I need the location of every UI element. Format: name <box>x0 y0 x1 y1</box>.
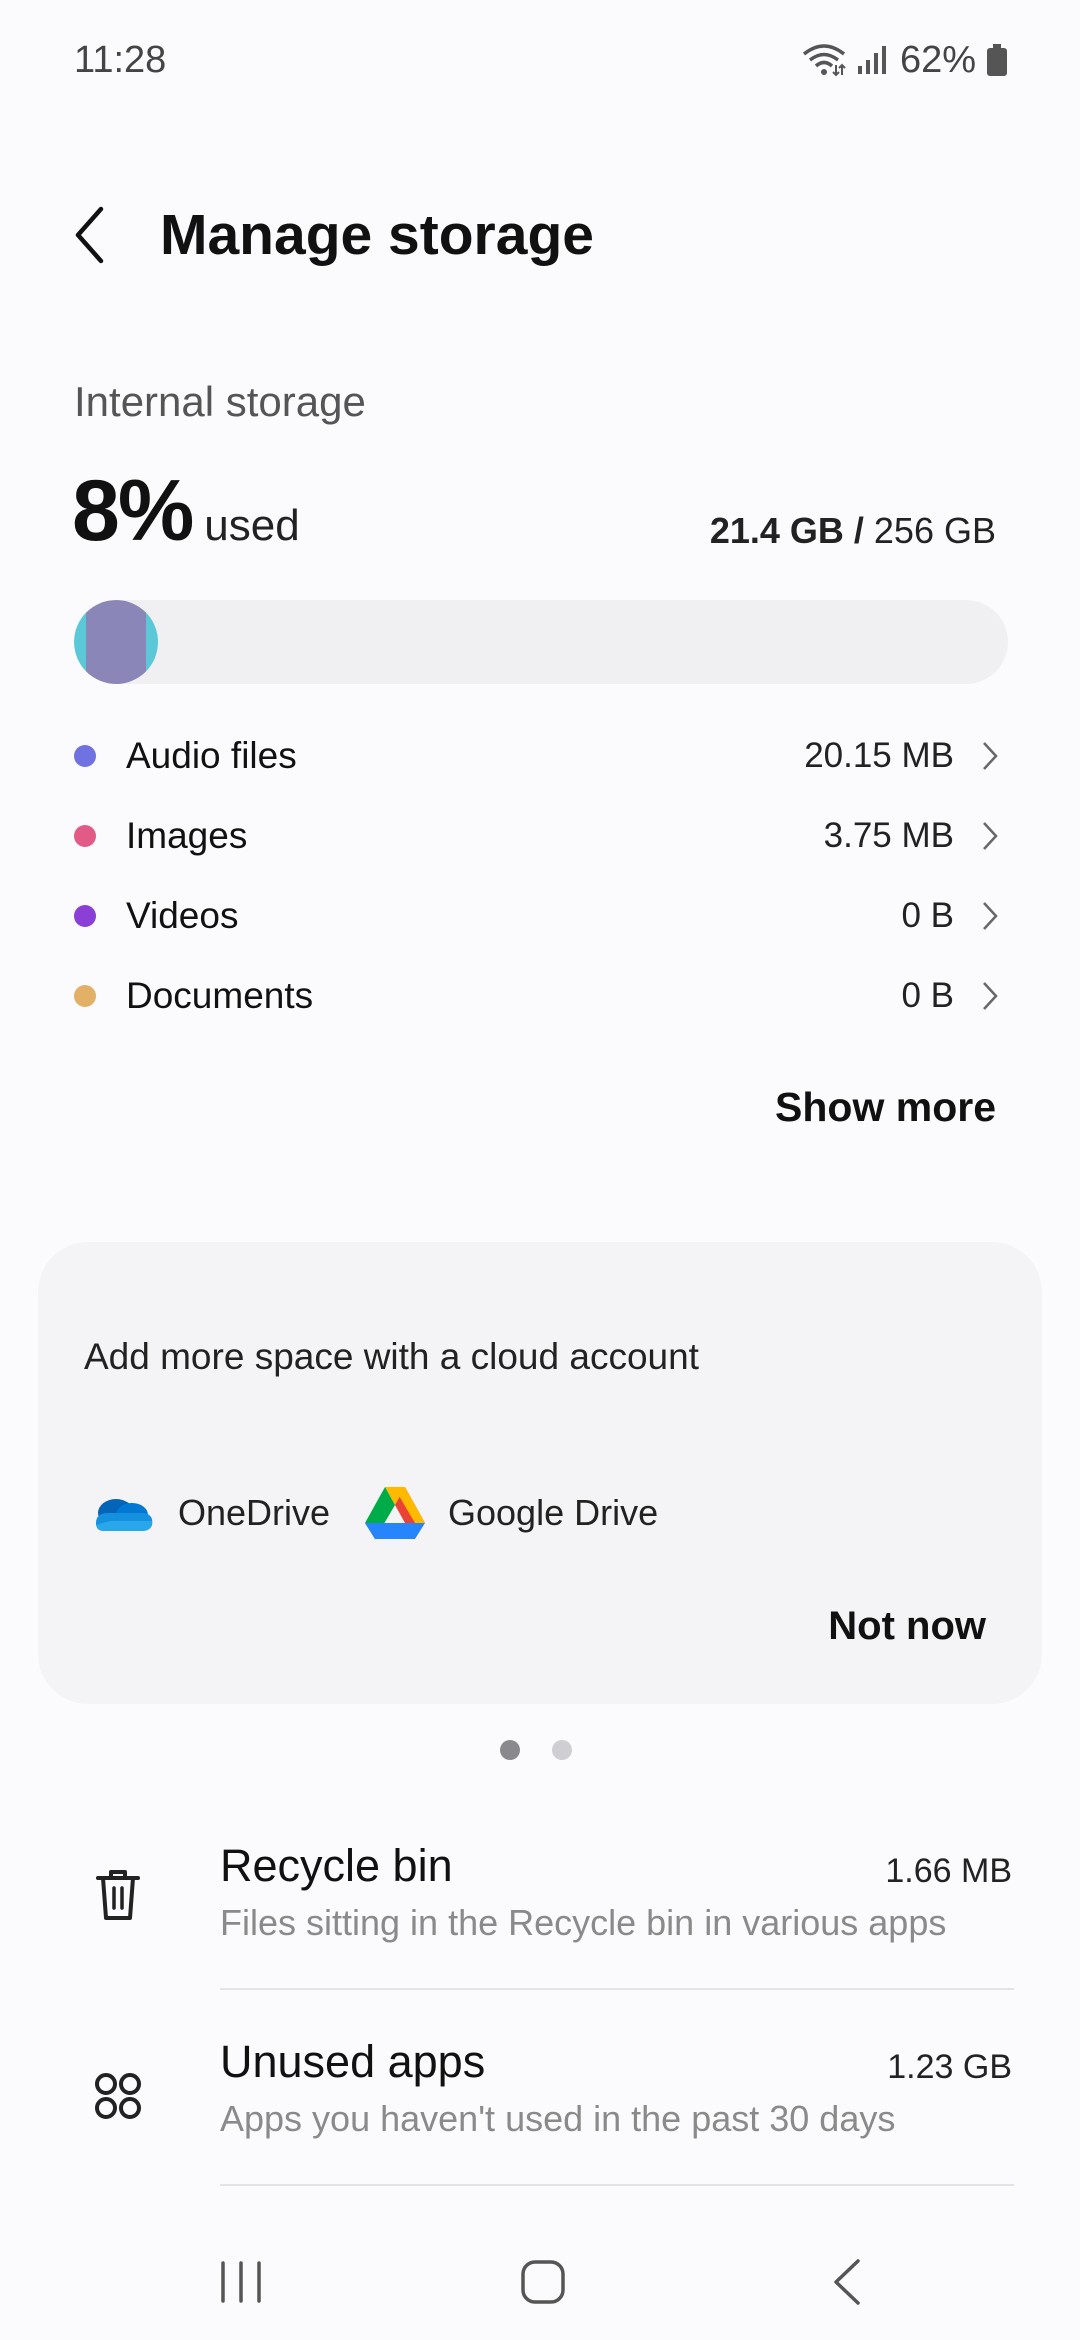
bar-segment-purple <box>86 600 146 684</box>
onedrive-icon <box>96 1499 153 1531</box>
usage-percent-suffix: used <box>204 501 300 550</box>
category-name: Documents <box>126 975 314 1016</box>
google-drive-option[interactable]: Google Drive <box>364 1478 658 1548</box>
category-row-audio[interactable]: Audio files 20.15 MB <box>74 716 1004 796</box>
bar-segment-cyan <box>74 600 86 684</box>
category-row-documents[interactable]: Documents 0 B <box>74 956 1004 1036</box>
storage-usage-fill <box>74 600 158 684</box>
show-more-button[interactable]: Show more <box>775 1084 996 1131</box>
item-subtitle: Files sitting in the Recycle bin in vari… <box>220 1902 947 1943</box>
cloud-account-card: Add more space with a cloud account OneD… <box>38 1242 1042 1704</box>
category-name: Audio files <box>126 735 297 776</box>
item-title: Unused apps <box>220 2036 486 2087</box>
item-size: 1.23 GB <box>887 2048 1012 2086</box>
battery-icon <box>986 43 1008 77</box>
page-dot-active <box>500 1740 520 1760</box>
category-name: Videos <box>126 895 239 936</box>
category-name: Images <box>126 815 248 856</box>
category-size: 0 B <box>901 896 954 935</box>
category-row-images[interactable]: Images 3.75 MB <box>74 796 1004 876</box>
page-dot <box>552 1740 572 1760</box>
bar-segment-cyan-end <box>146 600 158 684</box>
signal-icon <box>856 44 890 76</box>
battery-percent: 62% <box>899 38 976 81</box>
system-nav-bar <box>0 2200 1080 2340</box>
google-drive-icon <box>365 1487 425 1539</box>
trash-icon <box>96 1870 140 1920</box>
page-indicator <box>500 1740 572 1760</box>
home-icon <box>521 2260 565 2304</box>
not-now-button[interactable]: Not now <box>828 1604 986 1649</box>
onedrive-label: OneDrive <box>178 1492 331 1533</box>
list-divider <box>220 1988 1014 1990</box>
onedrive-option[interactable]: OneDrive <box>90 1478 330 1548</box>
category-size: 3.75 MB <box>823 816 954 855</box>
item-size: 1.66 MB <box>885 1852 1012 1890</box>
status-time: 11:28 <box>74 38 167 81</box>
apps-icon <box>95 2073 141 2119</box>
usage-percent-value: 8% <box>72 463 194 559</box>
documents-color-dot <box>74 985 96 1007</box>
total-capacity: 256 GB <box>873 510 996 551</box>
google-drive-label: Google Drive <box>448 1492 659 1533</box>
videos-color-dot <box>74 905 96 927</box>
item-title: Recycle bin <box>220 1840 453 1891</box>
recents-icon <box>221 2261 261 2303</box>
usage-total: 21.4 GB / 256 GB <box>710 510 996 552</box>
audio-color-dot <box>74 745 96 767</box>
storage-usage-bar <box>74 600 1008 684</box>
home-button[interactable] <box>508 2252 578 2312</box>
chevron-right-icon <box>976 896 1004 936</box>
category-row-videos[interactable]: Videos 0 B <box>74 876 1004 956</box>
chevron-right-icon <box>976 816 1004 856</box>
recents-button[interactable] <box>206 2252 276 2312</box>
storage-section-label: Internal storage <box>74 378 366 425</box>
list-divider <box>220 2184 1014 2186</box>
usage-separator: / <box>843 510 874 551</box>
used-amount: 21.4 GB <box>709 510 844 551</box>
images-color-dot <box>74 825 96 847</box>
wifi-icon <box>802 43 846 77</box>
item-subtitle: Apps you haven't used in the past 30 day… <box>220 2098 896 2139</box>
status-bar: 11:28 62% <box>0 0 1080 120</box>
category-size: 0 B <box>901 976 954 1015</box>
nav-back-button[interactable] <box>812 2252 882 2312</box>
unused-apps-item[interactable]: Unused apps Apps you haven't used in the… <box>0 2026 1080 2222</box>
app-bar: Manage storage <box>0 180 1080 290</box>
recycle-bin-item[interactable]: Recycle bin Files sitting in the Recycle… <box>0 1830 1080 2026</box>
chevron-left-icon <box>75 206 104 264</box>
back-button[interactable] <box>60 200 120 270</box>
category-size: 20.15 MB <box>804 736 954 775</box>
back-icon <box>834 2259 860 2305</box>
category-list: Audio files 20.15 MB Images 3.75 MB Vide… <box>74 716 1004 1036</box>
usage-percent: 8% used <box>72 462 300 561</box>
cloud-card-title: Add more space with a cloud account <box>84 1336 699 1377</box>
chevron-right-icon <box>976 976 1004 1016</box>
chevron-right-icon <box>976 736 1004 776</box>
page-title: Manage storage <box>160 203 594 267</box>
status-icons: 62% <box>802 39 1008 82</box>
